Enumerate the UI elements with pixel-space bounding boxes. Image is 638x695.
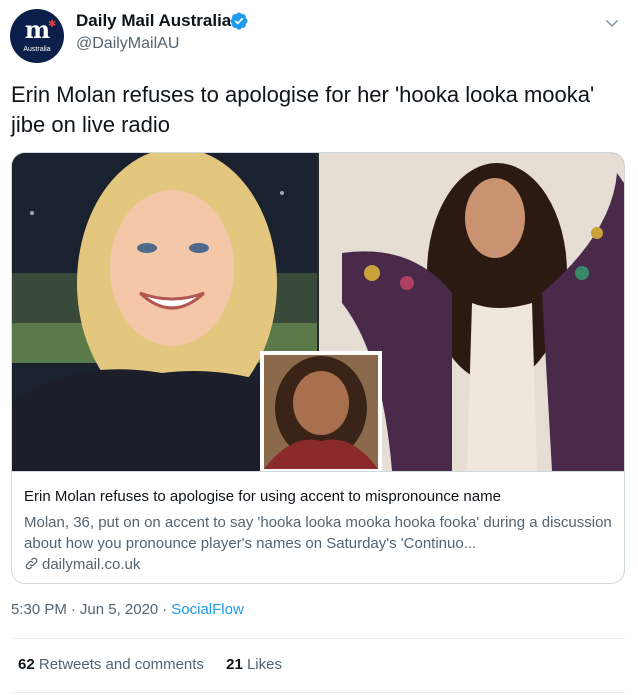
stats-row: 62 Retweets and comments 21 Likes: [18, 656, 300, 673]
likes-count: 21: [226, 656, 243, 673]
card-domain-text: dailymail.co.uk: [42, 556, 141, 573]
display-name[interactable]: Daily Mail Australia: [76, 11, 231, 31]
link-icon: [25, 557, 38, 570]
retweets-count: 62: [18, 656, 35, 673]
verified-badge-icon: [230, 12, 248, 30]
card-description: Molan, 36, put on on accent to say 'hook…: [24, 514, 612, 552]
link-card[interactable]: Erin Molan refuses to apologise for usin…: [11, 152, 625, 584]
source-link[interactable]: SocialFlow: [171, 601, 244, 618]
divider: [11, 692, 625, 693]
likes-stat[interactable]: 21 Likes: [226, 656, 282, 673]
separator: ·: [70, 601, 76, 618]
avatar-subtitle: Australia: [23, 46, 51, 53]
tweet-date[interactable]: Jun 5, 2020: [80, 601, 158, 618]
card-image[interactable]: [12, 153, 624, 471]
card-meta[interactable]: Erin Molan refuses to apologise for usin…: [12, 471, 624, 583]
avatar[interactable]: m ✱ Australia: [10, 9, 64, 63]
tweet-text: Erin Molan refuses to apologise for her …: [11, 82, 595, 137]
separator: ·: [162, 601, 168, 618]
divider: [11, 638, 625, 639]
retweets-label: Retweets and comments: [38, 656, 204, 673]
retweets-stat[interactable]: 62 Retweets and comments: [18, 656, 204, 673]
card-title: Erin Molan refuses to apologise for usin…: [24, 488, 501, 505]
timestamp-row: 5:30 PM · Jun 5, 2020 · SocialFlow: [11, 601, 244, 618]
star-icon: ✱: [48, 19, 57, 30]
likes-label: Likes: [246, 656, 282, 673]
tweet-time[interactable]: 5:30 PM: [11, 601, 67, 618]
card-photo-collage: [12, 153, 624, 471]
card-domain: dailymail.co.uk: [24, 556, 140, 573]
chevron-down-icon[interactable]: [603, 14, 621, 32]
handle[interactable]: @DailyMailAU: [76, 35, 179, 53]
tweet: m ✱ Australia Daily Mail Australia @Dail…: [0, 0, 638, 695]
